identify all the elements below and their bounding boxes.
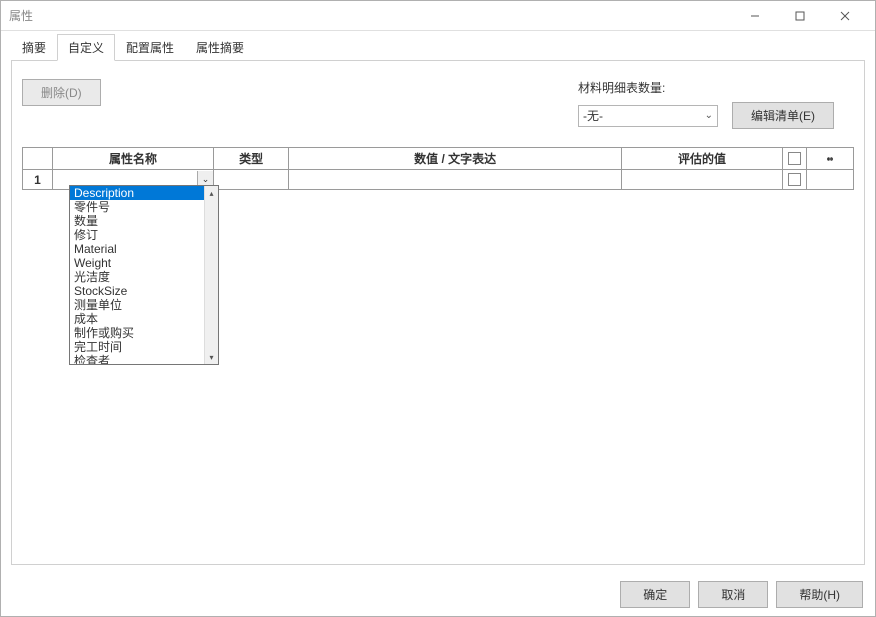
properties-table: 属性名称 类型 数值 / 文字表达 评估的值 <box>22 147 854 190</box>
bom-quantity-label: 材料明细表数量: <box>578 79 834 96</box>
dropdown-item[interactable]: 零件号 <box>70 200 218 214</box>
tab-panel-custom: 删除(D) 材料明细表数量: -无- ⌄ 编辑清单(E) <box>11 61 865 565</box>
window-title: 属性 <box>9 7 732 24</box>
col-header-link <box>806 148 853 170</box>
bom-quantity-select[interactable]: -无- ⌄ <box>578 105 718 127</box>
scroll-track[interactable] <box>205 200 218 350</box>
row-checkbox[interactable] <box>788 173 801 186</box>
dropdown-item[interactable]: Material <box>70 242 218 256</box>
scroll-up-icon[interactable]: ▴ <box>205 186 218 200</box>
content-area: 摘要 自定义 配置属性 属性摘要 删除(D) 材料明细表数量: -无- ⌄ 编辑… <box>1 31 875 573</box>
properties-dialog: 属性 摘要 自定义 配置属性 属性摘要 删除(D) 材料明细表数量: <box>0 0 876 617</box>
dropdown-item[interactable]: 数量 <box>70 214 218 228</box>
dropdown-item[interactable]: Description <box>70 186 218 200</box>
maximize-icon <box>795 11 805 21</box>
dropdown-item[interactable]: 制作或购买 <box>70 326 218 340</box>
dropdown-item[interactable]: 检查者 <box>70 354 218 365</box>
dropdown-item[interactable]: 完工时间 <box>70 340 218 354</box>
scroll-down-icon[interactable]: ▾ <box>205 350 218 364</box>
ok-button[interactable]: 确定 <box>620 581 690 608</box>
tabstrip: 摘要 自定义 配置属性 属性摘要 <box>11 37 865 61</box>
dialog-footer: 确定 取消 帮助(H) <box>1 573 875 616</box>
bom-quantity-group: 材料明细表数量: -无- ⌄ 编辑清单(E) <box>578 79 834 129</box>
col-header-eval[interactable]: 评估的值 <box>622 148 783 170</box>
col-header-type[interactable]: 类型 <box>214 148 289 170</box>
cell-eval <box>622 170 783 190</box>
minimize-button[interactable] <box>732 1 777 30</box>
toolbar: 删除(D) 材料明细表数量: -无- ⌄ 编辑清单(E) <box>22 79 854 129</box>
table-header-row: 属性名称 类型 数值 / 文字表达 评估的值 <box>23 148 854 170</box>
cancel-button[interactable]: 取消 <box>698 581 768 608</box>
corner-cell <box>23 148 53 170</box>
delete-button[interactable]: 删除(D) <box>22 79 101 106</box>
tab-config-props[interactable]: 配置属性 <box>115 34 185 60</box>
cell-link[interactable] <box>806 170 853 190</box>
dropdown-item[interactable]: 修订 <box>70 228 218 242</box>
cell-value[interactable] <box>289 170 622 190</box>
minimize-icon <box>750 11 760 21</box>
link-icon <box>811 154 849 164</box>
cell-type[interactable] <box>214 170 289 190</box>
tab-custom[interactable]: 自定义 <box>57 34 115 61</box>
titlebar: 属性 <box>1 1 875 31</box>
dropdown-item[interactable]: 光洁度 <box>70 270 218 284</box>
help-button[interactable]: 帮助(H) <box>776 581 863 608</box>
edit-list-button[interactable]: 编辑清单(E) <box>732 102 834 129</box>
col-header-name[interactable]: 属性名称 <box>53 148 214 170</box>
bom-quantity-value: -无- <box>583 107 603 124</box>
dropdown-item[interactable]: StockSize <box>70 284 218 298</box>
col-header-checkbox[interactable] <box>783 148 807 170</box>
close-button[interactable] <box>822 1 867 30</box>
dropdown-scrollbar[interactable]: ▴ ▾ <box>204 186 218 364</box>
header-checkbox[interactable] <box>788 152 801 165</box>
properties-table-wrap: 属性名称 类型 数值 / 文字表达 评估的值 <box>22 147 854 190</box>
dropdown-item[interactable]: Weight <box>70 256 218 270</box>
dropdown-item[interactable]: 测量单位 <box>70 298 218 312</box>
tab-prop-summary[interactable]: 属性摘要 <box>185 34 255 60</box>
col-header-value[interactable]: 数值 / 文字表达 <box>289 148 622 170</box>
row-index[interactable]: 1 <box>23 170 53 190</box>
cell-checkbox[interactable] <box>783 170 807 190</box>
close-icon <box>840 11 850 21</box>
maximize-button[interactable] <box>777 1 822 30</box>
tab-summary[interactable]: 摘要 <box>11 34 57 60</box>
name-dropdown-list[interactable]: Description零件号数量修订MaterialWeight光洁度Stock… <box>69 185 219 365</box>
chevron-down-icon: ⌄ <box>705 110 713 121</box>
dropdown-item[interactable]: 成本 <box>70 312 218 326</box>
